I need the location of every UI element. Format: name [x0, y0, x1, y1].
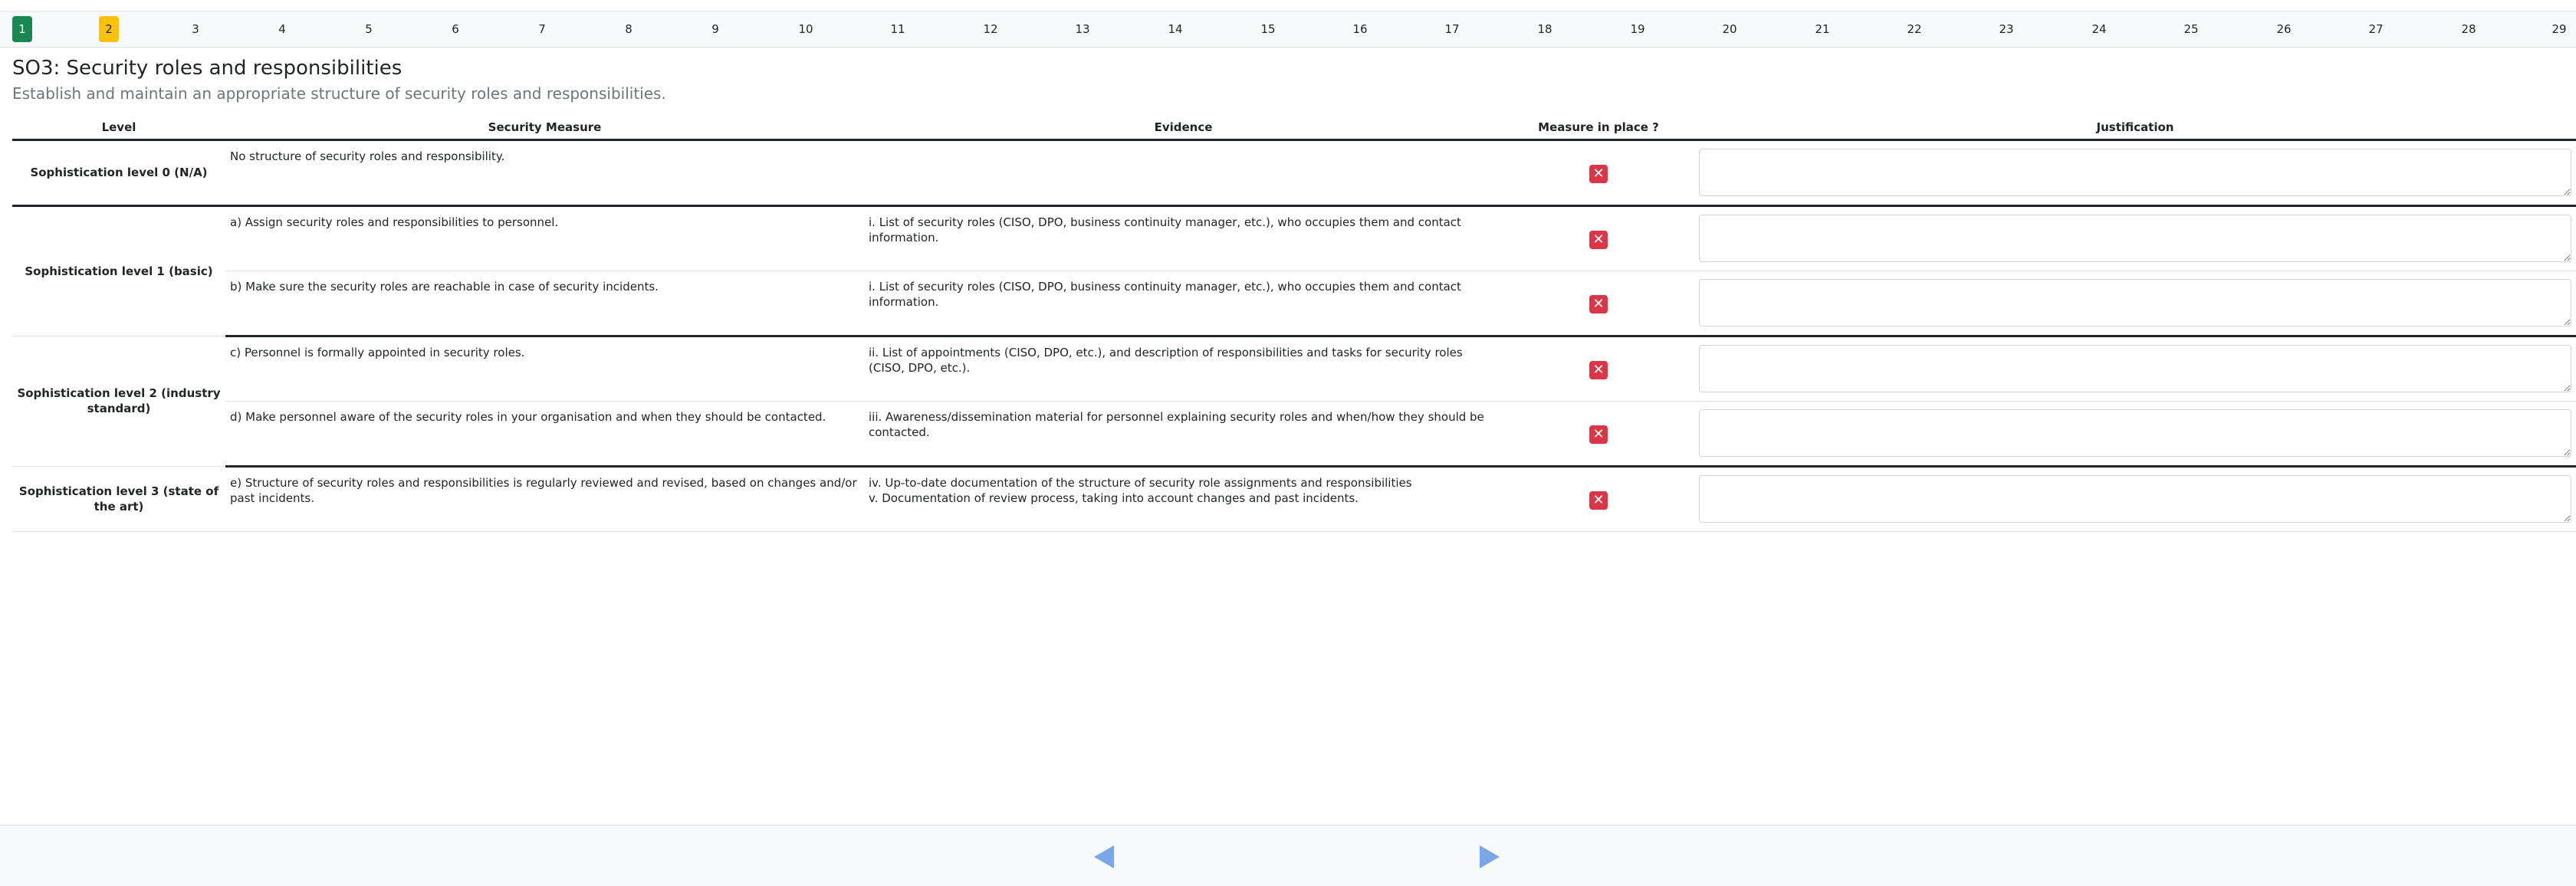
in-place-cell: ✕ [1503, 271, 1694, 337]
step-12[interactable]: 12 [977, 16, 1004, 42]
step-5[interactable]: 5 [359, 16, 379, 42]
step-15[interactable]: 15 [1254, 16, 1281, 42]
security-measures-table: Level Security Measure Evidence Measure … [12, 116, 2576, 532]
step-8[interactable]: 8 [619, 16, 639, 42]
step-22[interactable]: 22 [1901, 16, 1927, 42]
page-subtitle: Establish and maintain an appropriate st… [12, 84, 666, 103]
table-row: Sophistication level 3 (state of the art… [12, 466, 2576, 532]
justification-input[interactable] [1699, 278, 2571, 327]
evidence-line: i. List of security roles (CISO, DPO, bu… [869, 279, 1461, 309]
evidence-cell: i. List of security roles (CISO, DPO, bu… [864, 271, 1503, 337]
x-mark-icon[interactable]: ✕ [1589, 425, 1608, 444]
step-10[interactable]: 10 [792, 16, 819, 42]
measure-cell: d) Make personnel aware of the security … [225, 401, 864, 468]
footer-navigation [0, 825, 2576, 886]
step-28[interactable]: 28 [2455, 16, 2482, 42]
in-place-cell: ✕ [1503, 205, 1694, 271]
evidence-cell: iii. Awareness/dissemination material fo… [864, 401, 1503, 468]
justification-input[interactable] [1699, 474, 2571, 523]
justification-cell [1694, 205, 2576, 271]
step-19[interactable]: 19 [1624, 16, 1651, 42]
table-row: Sophistication level 1 (basic) a) Assign… [12, 205, 2576, 336]
step-3[interactable]: 3 [186, 16, 205, 42]
step-21[interactable]: 21 [1809, 16, 1835, 42]
step-6[interactable]: 6 [445, 16, 465, 42]
table-row: d) Make personnel aware of the security … [12, 401, 2576, 468]
triangle-left-icon[interactable] [1092, 844, 1116, 870]
step-20[interactable]: 20 [1716, 16, 1743, 42]
measure-cell: No structure of security roles and respo… [225, 139, 864, 207]
measure-cell: e) Structure of security roles and respo… [225, 466, 864, 532]
step-25[interactable]: 25 [2177, 16, 2204, 42]
step-13[interactable]: 13 [1069, 16, 1096, 42]
table-row: b) Make sure the security roles are reac… [12, 271, 2576, 337]
step-29[interactable]: 29 [2545, 16, 2572, 42]
justification-input[interactable] [1699, 214, 2571, 262]
x-mark-icon[interactable]: ✕ [1589, 491, 1608, 510]
table-row: Sophistication level 0 (N/A) No structur… [12, 139, 2576, 207]
page-title: SO3: Security roles and responsibilities [12, 57, 402, 80]
step-2[interactable]: 2 [99, 16, 119, 42]
step-26[interactable]: 26 [2270, 16, 2297, 42]
measure-cell: c) Personnel is formally appointed in se… [225, 336, 864, 402]
triangle-right-icon[interactable] [1478, 844, 1501, 870]
step-17[interactable]: 17 [1438, 16, 1465, 42]
measure-cell: b) Make sure the security roles are reac… [225, 271, 864, 337]
step-23[interactable]: 23 [1993, 16, 2019, 42]
step-24[interactable]: 24 [2085, 16, 2112, 42]
in-place-cell: ✕ [1503, 139, 1694, 207]
in-place-cell: ✕ [1503, 336, 1694, 402]
column-header-evidence: Evidence [864, 116, 1503, 141]
justification-input[interactable] [1699, 409, 2571, 457]
justification-input[interactable] [1699, 148, 2571, 196]
evidence-line: ii. List of appointments (CISO, DPO, etc… [869, 345, 1463, 375]
evidence-line: v. Documentation of review process, taki… [869, 491, 1359, 505]
column-header-in-place: Measure in place ? [1503, 116, 1694, 141]
justification-cell [1694, 139, 2576, 207]
step-16[interactable]: 16 [1346, 16, 1373, 42]
x-mark-icon[interactable]: ✕ [1589, 361, 1608, 379]
table-header-row: Level Security Measure Evidence Measure … [12, 116, 2576, 141]
justification-cell [1694, 271, 2576, 337]
evidence-cell: ii. List of appointments (CISO, DPO, etc… [864, 336, 1503, 402]
level-cell: Sophistication level 1 (basic) [12, 205, 225, 336]
evidence-cell: iv. Up-to-date documentation of the stru… [864, 466, 1503, 532]
justification-cell [1694, 466, 2576, 532]
step-navigation: 1 2 3 4 5 6 7 8 9 10 11 12 13 14 15 16 1… [0, 11, 2576, 48]
justification-cell [1694, 401, 2576, 468]
step-18[interactable]: 18 [1531, 16, 1558, 42]
column-header-level: Level [12, 116, 225, 141]
justification-input[interactable] [1699, 344, 2571, 392]
justification-cell [1694, 336, 2576, 402]
x-mark-icon[interactable]: ✕ [1589, 231, 1608, 249]
evidence-line: i. List of security roles (CISO, DPO, bu… [869, 215, 1461, 244]
step-9[interactable]: 9 [705, 16, 725, 42]
step-4[interactable]: 4 [272, 16, 292, 42]
table-row: Sophistication level 2 (industry standar… [12, 336, 2576, 467]
evidence-line: iv. Up-to-date documentation of the stru… [869, 475, 1412, 490]
step-14[interactable]: 14 [1162, 16, 1188, 42]
measure-cell: a) Assign security roles and responsibil… [225, 205, 864, 271]
level-cell: Sophistication level 2 (industry standar… [12, 336, 225, 467]
column-header-justification: Justification [1694, 116, 2576, 141]
x-mark-icon[interactable]: ✕ [1589, 295, 1608, 313]
evidence-cell [864, 139, 1503, 207]
evidence-line: iii. Awareness/dissemination material fo… [869, 409, 1484, 439]
step-11[interactable]: 11 [884, 16, 911, 42]
in-place-cell: ✕ [1503, 401, 1694, 468]
step-1[interactable]: 1 [12, 16, 32, 42]
column-header-measure: Security Measure [225, 116, 864, 141]
step-7[interactable]: 7 [532, 16, 552, 42]
evidence-cell: i. List of security roles (CISO, DPO, bu… [864, 205, 1503, 271]
level-cell: Sophistication level 3 (state of the art… [12, 466, 225, 532]
level-cell: Sophistication level 0 (N/A) [12, 139, 225, 207]
x-mark-icon[interactable]: ✕ [1589, 165, 1608, 183]
step-27[interactable]: 27 [2362, 16, 2389, 42]
in-place-cell: ✕ [1503, 466, 1694, 532]
